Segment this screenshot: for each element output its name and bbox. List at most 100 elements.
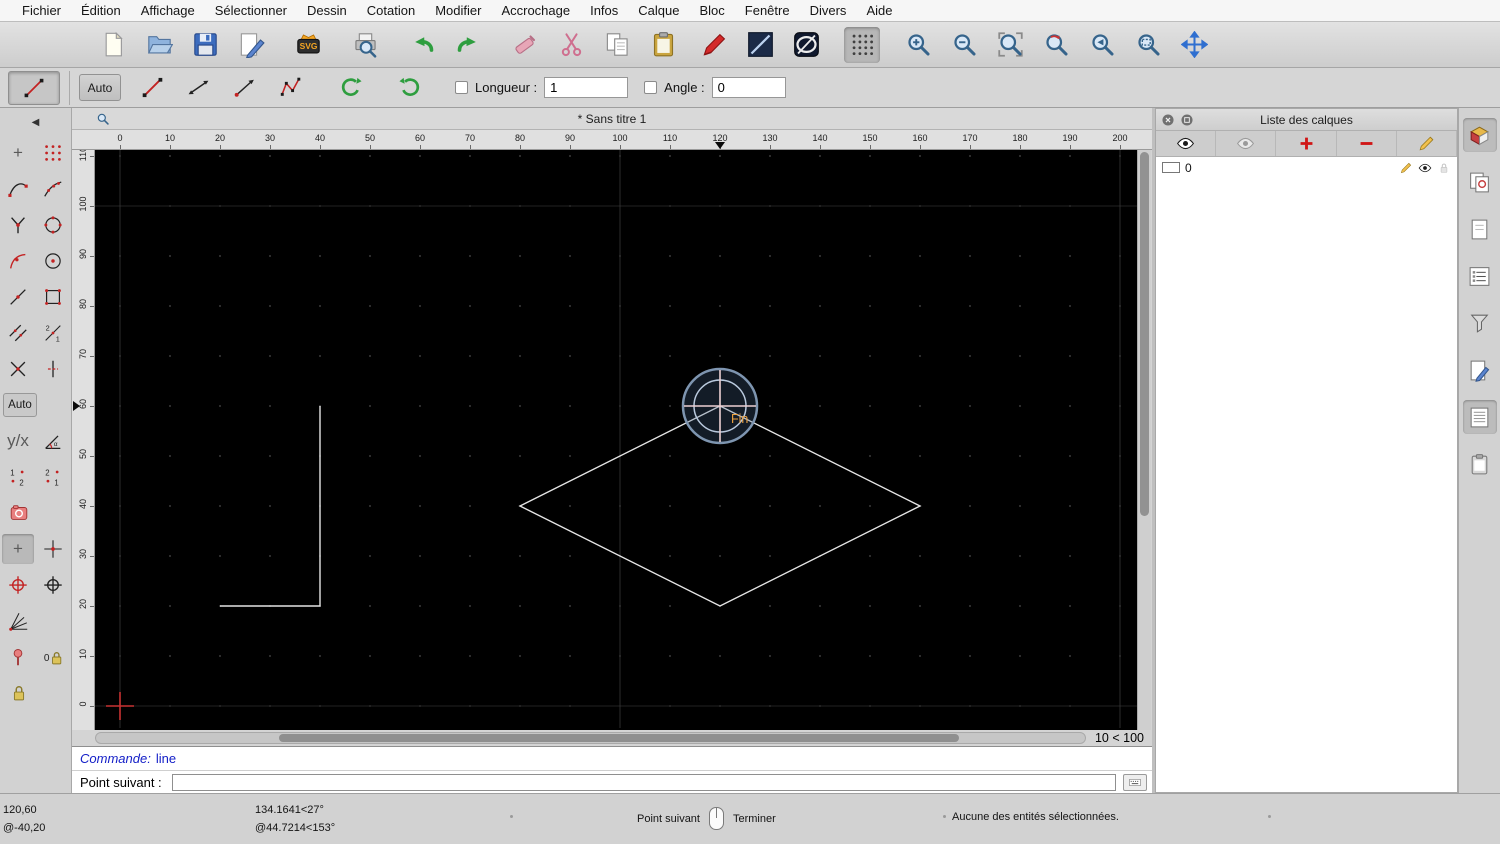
vertical-scrollbar-thumb[interactable] (1140, 152, 1149, 516)
snap-center-button[interactable] (2, 210, 34, 240)
clipboard-panel-dock-button[interactable] (1463, 447, 1497, 481)
keyboard-toggle-button[interactable] (1123, 773, 1147, 791)
menu-selectionner[interactable]: Sélectionner (205, 3, 297, 18)
angle-input[interactable] (711, 77, 786, 98)
undo-button[interactable] (404, 27, 440, 63)
lock-relative-zero-button[interactable]: 0 (37, 642, 69, 672)
show-all-layers-button[interactable] (1156, 131, 1217, 156)
remove-layer-button[interactable] (1337, 131, 1397, 156)
vertical-scrollbar[interactable] (1137, 150, 1151, 730)
zoom-out-button[interactable] (946, 27, 982, 63)
line-attributes-button[interactable] (742, 27, 778, 63)
polyline-tool-button[interactable] (273, 71, 307, 105)
panel-close-button[interactable] (1161, 113, 1175, 127)
save-file-button[interactable] (187, 27, 223, 63)
plugin-panel-dock-button[interactable] (1463, 212, 1497, 246)
new-file-button[interactable] (95, 27, 131, 63)
angle-guides-button[interactable] (3, 606, 35, 636)
edit-layer-button[interactable] (1397, 131, 1458, 156)
layer-lock-icon[interactable] (1437, 161, 1451, 175)
drawing-canvas[interactable]: Fin (95, 150, 1137, 730)
menu-divers[interactable]: Divers (800, 3, 857, 18)
command-history-dock-button[interactable] (1462, 400, 1497, 434)
zoom-auto-button[interactable] (992, 27, 1028, 63)
layer-visibility-icon[interactable] (1418, 161, 1432, 175)
horizontal-scrollbar-thumb[interactable] (279, 734, 959, 742)
document-titlebar[interactable]: * Sans titre 1 (72, 108, 1152, 130)
snap-divide-button[interactable]: 21 (37, 318, 69, 348)
zoom-window-button[interactable] (1130, 27, 1166, 63)
pen-wizard-dock-button[interactable] (1463, 353, 1497, 387)
ratio-1-2-button[interactable]: 12 (2, 462, 34, 492)
zoom-previous-button[interactable] (1084, 27, 1120, 63)
snap-endpoint-button[interactable] (2, 174, 34, 204)
snap-restrict-ortho-button[interactable] (37, 354, 69, 384)
grid-snap-indicator-button[interactable]: + (2, 533, 34, 564)
menu-infos[interactable]: Infos (580, 3, 628, 18)
layer-row[interactable]: 0 (1156, 157, 1457, 178)
library-browser-dock-button[interactable] (1462, 118, 1497, 152)
paste-button[interactable] (645, 27, 681, 63)
snap-corner-button[interactable] (37, 282, 69, 312)
hide-all-layers-button[interactable] (1216, 131, 1277, 156)
crosshair-snap-button[interactable] (37, 534, 69, 564)
entity-filter-dock-button[interactable] (1463, 306, 1497, 340)
redo-button[interactable] (450, 27, 486, 63)
zoom-redraw-button[interactable] (1038, 27, 1074, 63)
snap-auto-button[interactable]: Auto (3, 392, 37, 417)
menu-bloc[interactable]: Bloc (689, 3, 734, 18)
block-list-dock-button[interactable] (1463, 165, 1497, 199)
command-input[interactable] (171, 773, 1116, 791)
panel-float-button[interactable] (1180, 113, 1194, 127)
snap-quadrant-button[interactable] (37, 210, 69, 240)
layer-edit-icon[interactable] (1399, 161, 1413, 175)
snap-middle-button[interactable] (2, 282, 34, 312)
menu-cotation[interactable]: Cotation (357, 3, 425, 18)
zoom-in-button[interactable] (900, 27, 936, 63)
svg-export-button[interactable]: SVG (290, 27, 326, 63)
open-file-button[interactable] (141, 27, 177, 63)
horizontal-scrollbar[interactable] (95, 732, 1086, 744)
layer-list-dock-button[interactable] (1463, 259, 1497, 293)
snap-parallel-button[interactable] (2, 318, 34, 348)
menu-fichier[interactable]: Fichier (12, 3, 71, 18)
zoom-pan-button[interactable] (1176, 27, 1212, 63)
undo-step-tool-button[interactable] (333, 71, 367, 105)
length-input[interactable] (544, 77, 629, 98)
snap-auto-dropdown[interactable]: Auto (79, 74, 121, 101)
angle-checkbox[interactable] (644, 81, 658, 94)
absolute-zero-marker-button[interactable] (37, 570, 69, 600)
ratio-2-1-button[interactable]: 21 (37, 462, 69, 492)
snap-lock-button[interactable] (3, 678, 35, 708)
line-tool-button[interactable] (135, 71, 169, 105)
snap-tangent-button[interactable] (2, 246, 34, 276)
ray-tool-button[interactable] (227, 71, 261, 105)
snap-grid-button[interactable] (37, 138, 69, 168)
menu-dessin[interactable]: Dessin (297, 3, 357, 18)
line-two-points-tool-button[interactable] (181, 71, 215, 105)
grid-toggle-button[interactable] (844, 26, 880, 63)
delete-button[interactable] (507, 27, 543, 63)
snap-circle-center-button[interactable] (37, 246, 69, 276)
relative-zero-marker-button[interactable] (2, 570, 34, 600)
cut-button[interactable] (553, 27, 589, 63)
coords-polar-button[interactable]: α (37, 426, 69, 456)
menu-aide[interactable]: Aide (856, 3, 902, 18)
redo-step-tool-button[interactable] (393, 71, 427, 105)
menu-modifier[interactable]: Modifier (425, 3, 491, 18)
circle-attributes-button[interactable] (788, 27, 824, 63)
add-layer-button[interactable] (1276, 131, 1337, 156)
exclusive-snap-mode-button[interactable] (3, 498, 35, 528)
menu-calque[interactable]: Calque (628, 3, 689, 18)
snap-intersection-button[interactable] (2, 354, 34, 384)
snap-free-button[interactable]: + (2, 138, 34, 168)
snap-on-entity-button[interactable] (37, 174, 69, 204)
menu-fenetre[interactable]: Fenêtre (735, 3, 800, 18)
coords-cartesian-button[interactable]: y/x (2, 426, 34, 456)
menu-accrochage[interactable]: Accrochage (491, 3, 580, 18)
save-as-button[interactable] (233, 27, 269, 63)
current-tool-indicator[interactable] (8, 70, 60, 105)
set-relative-zero-button[interactable] (2, 642, 34, 672)
palette-collapse-button[interactable]: ◀ (6, 114, 66, 130)
pen-attributes-button[interactable] (696, 27, 732, 63)
